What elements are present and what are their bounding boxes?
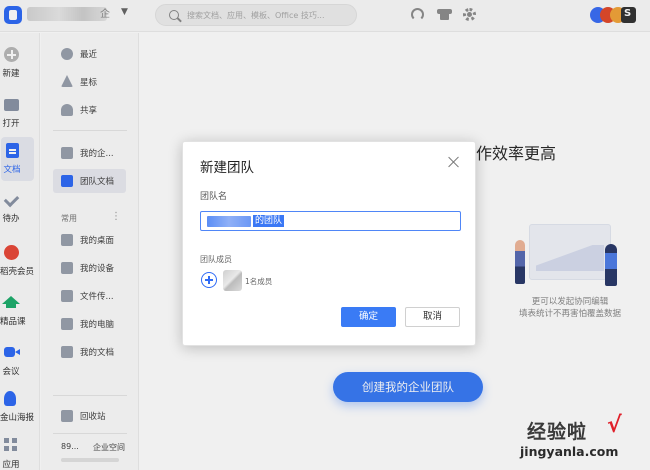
- member-count: 1名成员: [245, 277, 273, 286]
- avatar: [223, 270, 242, 291]
- new-team-dialog: 新建团队 团队名 的团队 团队成员 1名成员 确定 取消: [182, 141, 476, 346]
- team-name-value: 的团队: [253, 215, 285, 227]
- cancel-button[interactable]: 取消: [405, 307, 460, 327]
- team-members-label: 团队成员: [200, 255, 232, 264]
- watermark-url: jingyanla.com: [520, 444, 619, 459]
- dialog-title: 新建团队: [200, 160, 254, 176]
- team-name-blurred-prefix: [207, 216, 251, 227]
- watermark-text: 经验啦: [527, 421, 588, 443]
- close-icon[interactable]: [448, 156, 460, 168]
- add-member-icon[interactable]: [201, 272, 217, 288]
- confirm-button[interactable]: 确定: [341, 307, 396, 327]
- watermark-check: √: [607, 413, 622, 438]
- team-name-label: 团队名: [200, 192, 228, 202]
- team-name-input[interactable]: 的团队: [200, 211, 461, 231]
